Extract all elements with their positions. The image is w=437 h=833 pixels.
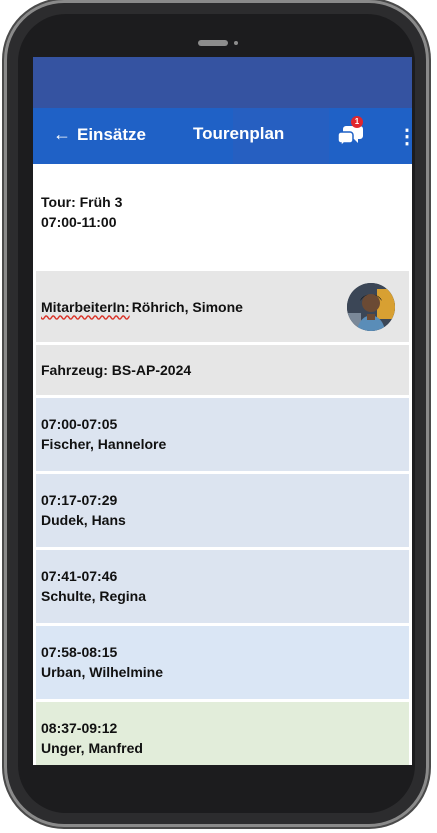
tour-name: Tour: Früh 3	[41, 194, 123, 210]
notification-badge: 1	[351, 116, 363, 128]
visit-patient: Urban, Wilhelmine	[41, 664, 164, 680]
visit-time: 08:37-09:12	[41, 720, 118, 736]
visit-item[interactable]: 07:17-07:29 Dudek, Hans	[36, 474, 409, 547]
avatar	[347, 283, 395, 331]
back-arrow-icon: ←	[53, 124, 71, 144]
visit-patient: Dudek, Hans	[41, 512, 126, 528]
visit-item[interactable]: 07:58-08:15 Urban, Wilhelmine	[36, 626, 409, 699]
app-bar: ← Einsätze Tourenplan 1 ⋮	[33, 108, 412, 164]
back-label: Einsätze	[77, 124, 146, 144]
status-bar	[33, 57, 412, 108]
visit-time: 07:17-07:29	[41, 492, 118, 508]
tab-tourenplan[interactable]: Tourenplan	[193, 124, 284, 144]
front-camera	[234, 41, 238, 45]
tour-content: Tour: Früh 3 07:00-11:00 MitarbeiterIn: …	[33, 164, 412, 765]
visit-item[interactable]: 07:41-07:46 Schulte, Regina	[36, 550, 409, 623]
staff-row[interactable]: MitarbeiterIn: Röhrich, Simone	[36, 271, 409, 342]
staff-name: Röhrich, Simone	[131, 298, 243, 315]
visit-item[interactable]: 07:00-07:05 Fischer, Hannelore	[36, 398, 409, 471]
speaker-grille	[198, 40, 228, 46]
staff-photo	[347, 283, 395, 331]
staff-label: MitarbeiterIn:	[41, 298, 130, 315]
visit-patient: Fischer, Hannelore	[41, 436, 167, 452]
more-options-icon[interactable]: ⋮	[397, 124, 412, 149]
visit-item[interactable]: 08:37-09:12 Unger, Manfred	[36, 702, 409, 765]
visit-time: 07:41-07:46	[41, 568, 118, 584]
vehicle-label: Fahrzeug: BS-AP-2024	[41, 362, 192, 378]
vehicle-row[interactable]: Fahrzeug: BS-AP-2024	[36, 345, 409, 395]
visit-time: 07:00-07:05	[41, 416, 118, 432]
visit-patient: Schulte, Regina	[41, 588, 147, 604]
tour-time: 07:00-11:00	[41, 214, 117, 230]
back-button[interactable]: ← Einsätze	[53, 124, 146, 145]
visit-patient: Unger, Manfred	[41, 740, 143, 756]
app-screen: ← Einsätze Tourenplan 1 ⋮ Tour: Früh 3 0…	[33, 57, 412, 765]
visit-time: 07:58-08:15	[41, 644, 118, 660]
tour-info: Tour: Früh 3 07:00-11:00	[36, 164, 409, 271]
